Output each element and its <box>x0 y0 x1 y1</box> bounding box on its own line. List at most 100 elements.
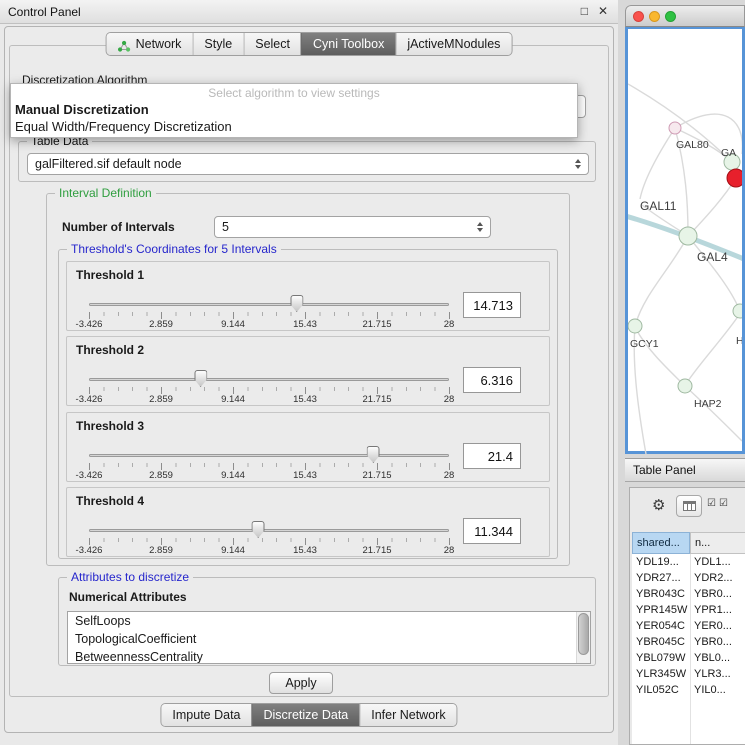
show-columns-button[interactable] <box>676 495 702 517</box>
tab-jactivemnodules[interactable]: jActiveMNodules <box>395 33 511 55</box>
tab-network[interactable]: Network <box>107 33 193 55</box>
network-window-titlebar <box>625 5 745 27</box>
threshold-3-panel: Threshold 3 -3.426 2.859 9.144 15.43 21.… <box>66 412 550 482</box>
network-icon <box>118 38 131 51</box>
node-label: GAL80 <box>676 139 709 151</box>
minimize-traffic-light[interactable] <box>649 11 660 22</box>
network-node[interactable] <box>678 379 692 393</box>
column-header-name[interactable]: n... <box>690 532 745 554</box>
node-label: GCY1 <box>630 338 659 350</box>
threshold-3-value-field[interactable] <box>463 443 521 469</box>
network-node[interactable] <box>628 319 642 333</box>
number-of-intervals-label: Number of Intervals <box>62 220 175 234</box>
number-of-intervals-value: 5 <box>222 220 229 234</box>
network-node[interactable] <box>679 227 697 245</box>
table-row[interactable]: YBL079WYBL0... <box>632 650 745 666</box>
table-row[interactable]: YLR345WYLR3... <box>632 666 745 682</box>
number-of-intervals-combobox[interactable]: 5 <box>214 216 491 238</box>
table-row[interactable]: YBR043CYBR0... <box>632 586 745 602</box>
close-traffic-light[interactable] <box>633 11 644 22</box>
slider-thumb[interactable] <box>194 370 207 387</box>
thresholds-group-title: Threshold's Coordinates for 5 Intervals <box>67 242 281 257</box>
slider-scale: -3.426 2.859 9.144 15.43 21.715 28 <box>89 394 449 405</box>
table-row[interactable]: YDL19...YDL1... <box>632 554 745 570</box>
list-item[interactable]: BetweennessCentrality <box>68 648 590 664</box>
threshold-2-panel: Threshold 2 -3.426 2.859 9.144 15.43 21.… <box>66 336 550 406</box>
float-window-icon[interactable]: □ <box>581 4 588 18</box>
table-data-group: Table Data galFiltered.sif default node <box>18 141 596 182</box>
threshold-4-panel: Threshold 4 -3.426 2.859 9.144 15.43 21.… <box>66 487 550 557</box>
slider-thumb[interactable] <box>252 521 265 538</box>
table-row[interactable]: YPR145WYPR1... <box>632 602 745 618</box>
combo-spinner-icon <box>471 222 483 232</box>
slider-thumb[interactable] <box>290 295 303 312</box>
slider-scale: -3.426 2.859 9.144 15.43 21.715 28 <box>89 545 449 556</box>
tab-style[interactable]: Style <box>192 33 243 55</box>
node-label: H <box>736 335 742 347</box>
gear-icon[interactable]: ⚙ <box>652 496 665 514</box>
tab-infer-network[interactable]: Infer Network <box>359 704 456 726</box>
table-panel: ⚙ ☑ ☑ shared... n... YDL19...YDL1... YDR… <box>629 487 745 745</box>
algorithm-dropdown-popup: Select algorithm to view settings Manual… <box>10 83 578 138</box>
zoom-traffic-light[interactable] <box>665 11 676 22</box>
tab-impute-data[interactable]: Impute Data <box>161 704 251 726</box>
slider-track[interactable] <box>89 303 449 306</box>
attributes-group: Attributes to discretize Numerical Attri… <box>58 577 596 666</box>
apply-button[interactable]: Apply <box>269 672 333 694</box>
control-panel-title: Control Panel <box>8 0 81 24</box>
table-columns-icon <box>683 501 696 511</box>
dropdown-option-manual-discretization[interactable]: Manual Discretization <box>11 101 577 118</box>
slider-track[interactable] <box>89 378 449 381</box>
table-data-combobox[interactable]: galFiltered.sif default node <box>27 153 589 175</box>
slider-track[interactable] <box>89 529 449 532</box>
network-canvas[interactable]: GAL80 GA GAL11 GAL4 GCY1 H HAP2 <box>625 27 745 454</box>
scrollbar-thumb[interactable] <box>578 613 589 655</box>
tab-select[interactable]: Select <box>243 33 301 55</box>
dropdown-placeholder: Select algorithm to view settings <box>11 86 577 100</box>
threshold-1-value-field[interactable] <box>463 292 521 318</box>
table-row[interactable]: YDR27...YDR2... <box>632 570 745 586</box>
column-separator <box>690 554 691 744</box>
selected-network-node[interactable] <box>727 169 742 187</box>
bottom-tab-bar: Impute Data Discretize Data Infer Networ… <box>160 703 457 727</box>
node-label: HAP2 <box>694 398 722 410</box>
threshold-label: Threshold 3 <box>76 419 144 433</box>
table-panel-header: Table Panel <box>625 458 745 482</box>
table-rows: YDL19...YDL1... YDR27...YDR2... YBR043CY… <box>632 554 745 744</box>
slider-scale: -3.426 2.859 9.144 15.43 21.715 28 <box>89 319 449 330</box>
slider-track[interactable] <box>89 454 449 457</box>
checkbox-icon[interactable]: ☑ <box>719 498 729 509</box>
numerical-attributes-label: Numerical Attributes <box>69 590 187 604</box>
threshold-1-panel: Threshold 1 -3.426 2.859 9.144 15.43 21.… <box>66 261 550 331</box>
control-panel: Control Panel □ ✕ Network Style Select C… <box>0 0 618 745</box>
table-row[interactable]: YER054CYER0... <box>632 618 745 634</box>
list-item[interactable]: TopologicalCoefficient <box>68 630 590 648</box>
node-label: GAL4 <box>697 250 728 264</box>
checkbox-icon[interactable]: ☑ <box>707 498 717 509</box>
attributes-group-title: Attributes to discretize <box>67 570 193 585</box>
network-window: GAL80 GA GAL11 GAL4 GCY1 H HAP2 <box>625 5 745 454</box>
table-data-selected: galFiltered.sif default node <box>35 157 182 171</box>
threshold-label: Threshold 2 <box>76 343 144 357</box>
table-row[interactable]: YIL052CYIL0... <box>632 682 745 698</box>
network-node[interactable] <box>669 122 681 134</box>
threshold-4-value-field[interactable] <box>463 518 521 544</box>
close-icon[interactable]: ✕ <box>598 4 608 18</box>
tab-cyni-toolbox[interactable]: Cyni Toolbox <box>301 33 395 55</box>
numerical-attributes-list: SelfLoops TopologicalCoefficient Between… <box>67 611 591 664</box>
top-tab-bar: Network Style Select Cyni Toolbox jActiv… <box>106 32 513 56</box>
table-row[interactable]: YBR045CYBR0... <box>632 634 745 650</box>
threshold-label: Threshold 4 <box>76 494 144 508</box>
list-item[interactable]: SelfLoops <box>68 612 590 630</box>
tab-label: Network <box>136 33 182 56</box>
tab-discretize-data[interactable]: Discretize Data <box>252 704 360 726</box>
threshold-2-value-field[interactable] <box>463 367 521 393</box>
dropdown-option-equal-width[interactable]: Equal Width/Frequency Discretization <box>11 118 577 135</box>
combo-spinner-icon <box>569 159 581 169</box>
threshold-label: Threshold 1 <box>76 268 144 282</box>
slider-thumb[interactable] <box>367 446 380 463</box>
column-header-shared-name[interactable]: shared... <box>632 532 690 554</box>
table-panel-title: Table Panel <box>633 459 696 481</box>
network-node[interactable] <box>733 304 742 318</box>
list-scrollbar[interactable] <box>576 612 590 663</box>
